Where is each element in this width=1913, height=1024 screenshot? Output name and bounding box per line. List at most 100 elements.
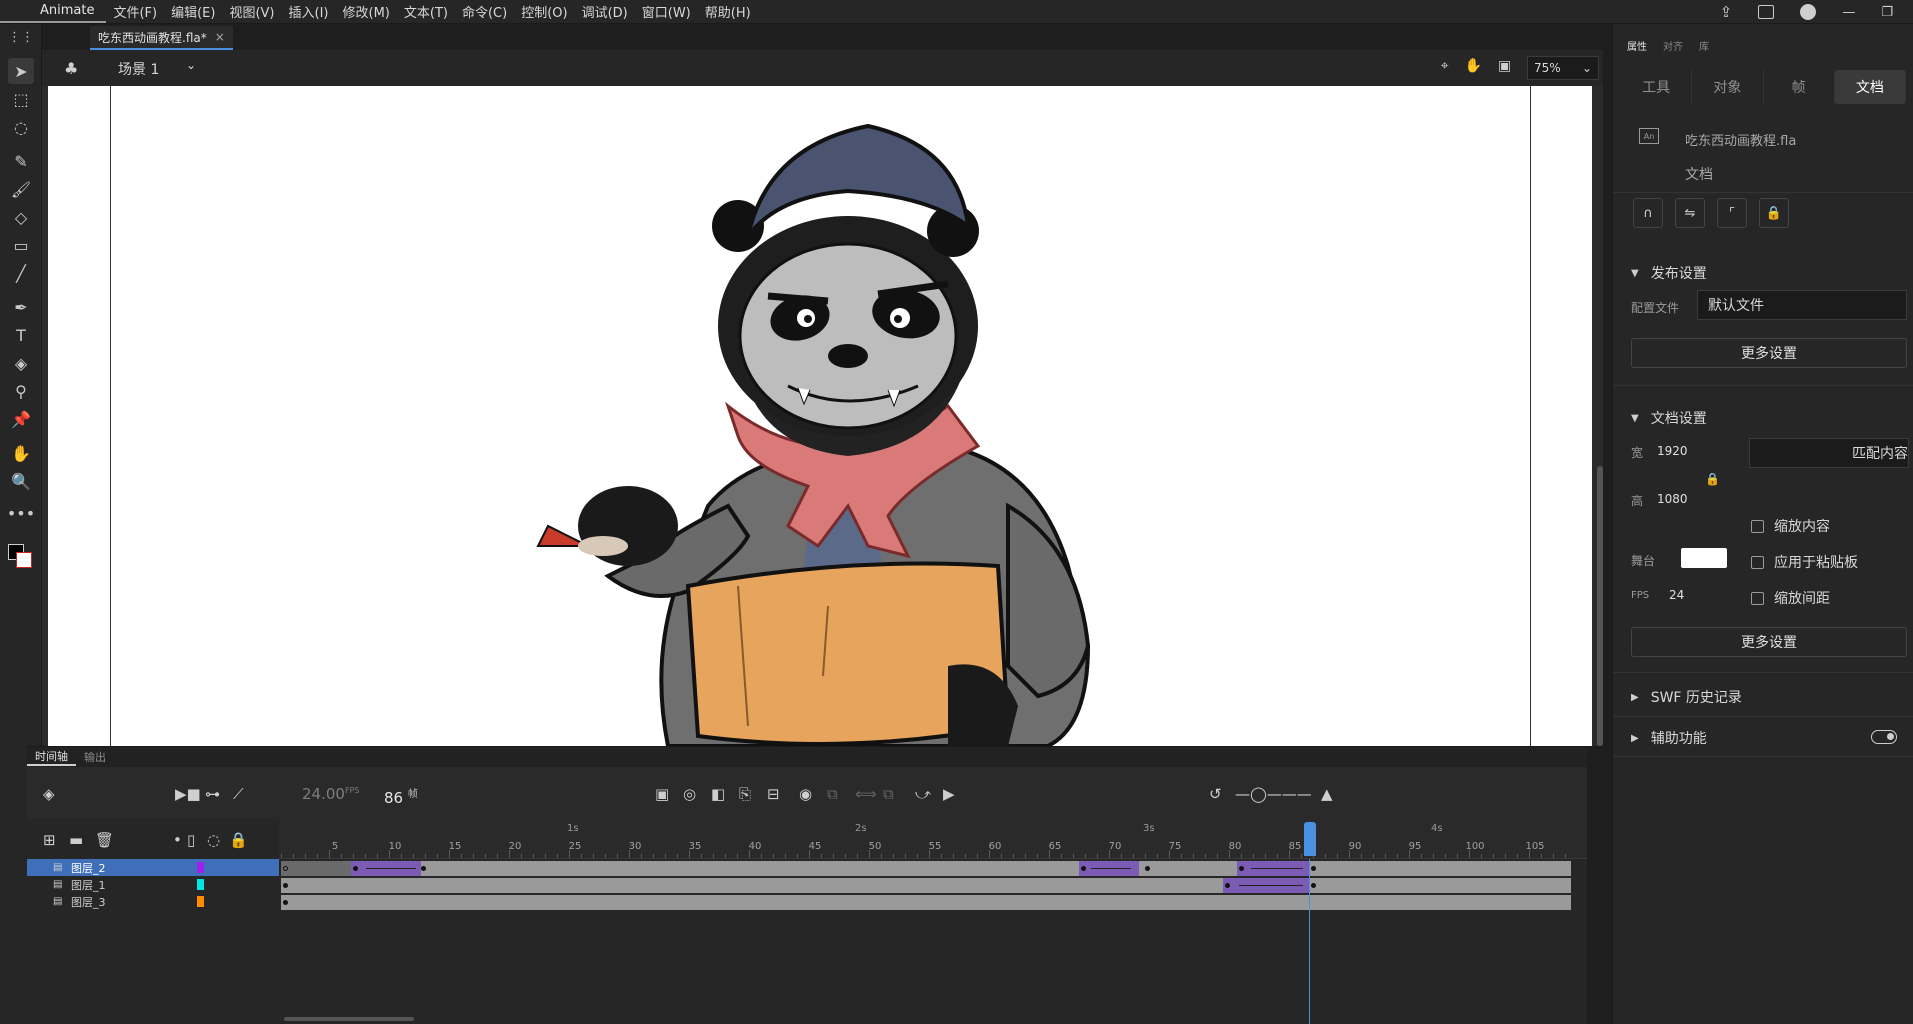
document-settings-section[interactable]: ▼ 文档设置 [1613,406,1913,430]
snap-icon[interactable]: ∩ [1633,198,1663,228]
rulers-icon[interactable]: ⌜ [1717,198,1747,228]
layer-color-swatch[interactable] [197,862,204,873]
layer-row[interactable]: ▤ 图层_2 [27,859,279,876]
mountain-view-icon[interactable]: ▲ [1321,785,1333,803]
hide-layers-icon[interactable]: ◌ [207,831,220,849]
rectangle-tool-icon[interactable]: ▭ [8,232,34,258]
lasso-tool-icon[interactable]: ◌ [8,114,34,140]
timeline-horizontal-scrollbar[interactable] [284,1017,414,1021]
center-stage-icon[interactable]: ⌖ [1441,58,1449,74]
playhead-handle[interactable] [1304,822,1316,856]
new-layer-icon[interactable]: ⊞ [43,831,56,849]
undo-icon[interactable]: ↺ [1209,785,1222,803]
stage-vertical-scrollbar[interactable] [1597,466,1603,746]
keyframe[interactable] [283,883,288,888]
stage-canvas[interactable] [48,86,1592,746]
fps-display[interactable]: 24.00FPS [302,785,359,803]
menu-modify[interactable]: 修改(M) [336,2,397,21]
line-tool-icon[interactable]: ╱ [8,260,34,286]
paint-brush-icon[interactable]: ✎ [8,148,34,174]
publish-settings-section[interactable]: ▼ 发布设置 [1613,261,1913,285]
maximize-icon[interactable]: ❐ [1881,5,1893,20]
test-movie-icon[interactable] [1800,4,1817,20]
publish-icon[interactable]: ⇪ [1720,3,1733,21]
rotate-stage-icon[interactable]: ✋ [1465,58,1482,74]
menu-view[interactable]: 视图(V) [222,2,281,21]
pen-tool-icon[interactable]: ✒ [8,294,34,320]
fill-color-swatch[interactable] [16,552,32,568]
panda-character-illustration[interactable] [48,86,1592,746]
keyframe[interactable] [1311,866,1316,871]
stage-color-swatch[interactable] [1681,548,1727,568]
mode-frame[interactable]: 帧 [1764,70,1835,104]
menu-edit[interactable]: 编辑(E) [164,2,222,21]
text-tool-icon[interactable]: T [8,322,34,348]
lock-icon[interactable]: 🔒 [1759,198,1789,228]
more-settings-button[interactable]: 更多设置 [1631,627,1907,657]
lock-layers-icon[interactable]: 🔒 [229,831,248,849]
keyframe[interactable] [353,866,358,871]
link-dimensions-icon[interactable]: 🔒 [1705,472,1720,486]
layer-parenting-icon[interactable]: ⊶ [205,785,220,803]
tab-output[interactable]: 输出 [76,749,114,765]
pin-tool-icon[interactable]: 📌 [8,406,34,432]
camera-icon[interactable]: ▶■ [175,785,201,803]
scale-content-checkbox[interactable]: 缩放内容 [1751,516,1830,536]
menu-debug[interactable]: 调试(D) [575,2,635,21]
layers-icon[interactable]: ◈ [43,785,55,803]
profile-select[interactable]: 默认文件 [1697,290,1907,320]
menu-insert[interactable]: 插入(I) [282,2,336,21]
tab-library[interactable]: 库 [1693,38,1715,53]
mode-document[interactable]: 文档 [1834,70,1906,104]
chevron-down-icon[interactable]: ⌄ [186,58,196,72]
keyframe[interactable] [283,900,288,905]
checkbox[interactable] [1751,519,1764,533]
outline-layers-icon[interactable]: ▯ [187,831,195,849]
layer-row[interactable]: ▤ 图层_3 [27,893,279,910]
scene-selector[interactable]: 场景 1 [118,59,159,79]
eyedropper-icon[interactable]: ⚲ [8,378,34,404]
tab-align[interactable]: 对齐 [1657,38,1689,53]
menu-text[interactable]: 文本(T) [397,2,455,21]
layer-color-swatch[interactable] [197,896,204,907]
hand-tool-icon[interactable]: ✋ [8,440,34,466]
frame-row-layer-2[interactable] [281,861,1571,876]
app-name[interactable]: Animate [0,0,107,23]
apply-pasteboard-checkbox[interactable]: 应用于粘贴板 [1751,552,1858,572]
insert-blank-keyframe-icon[interactable]: ◎ [683,785,696,803]
current-frame-display[interactable]: 86 帧 [384,785,418,807]
frame-row-layer-1[interactable] [281,878,1571,893]
graph-editor-icon[interactable]: ⟋ [233,785,244,803]
remove-frame-icon[interactable]: ⊟ [767,785,780,803]
tab-properties[interactable]: 属性 [1621,38,1653,53]
frame-ruler[interactable]: 5 10 15 20 25 30 35 40 45 50 55 60 65 70 75 80 85 90 95 100… [279,819,1587,859]
zoom-select[interactable]: 75% ⌄ [1527,56,1599,80]
accessibility-toggle[interactable] [1871,730,1897,744]
brush-tool-icon[interactable]: 🖌 [8,176,34,202]
new-folder-icon[interactable]: ▬ [69,831,83,849]
menu-control[interactable]: 控制(O) [514,2,574,21]
minimize-icon[interactable]: — [1842,5,1855,20]
empty-keyframe[interactable] [283,866,288,871]
panel-grip-icon[interactable]: ⋮⋮ [8,24,34,50]
checkbox[interactable] [1751,555,1764,569]
menu-file[interactable]: 文件(F) [106,2,164,21]
tab-timeline[interactable]: 时间轴 [27,748,76,766]
selected-frame-span[interactable] [281,861,351,876]
keyframe[interactable] [1225,883,1230,888]
clip-stage-icon[interactable]: ▣ [1498,58,1511,74]
menu-commands[interactable]: 命令(C) [455,2,514,21]
scene-icon[interactable]: ♣ [64,59,78,78]
match-contents-button[interactable]: 匹配内容 [1749,438,1909,468]
insert-keyframe-icon[interactable]: ▣ [655,785,669,803]
free-transform-icon[interactable]: ⬚ [8,86,34,112]
zoom-tool-icon[interactable]: 🔍 [8,468,34,494]
keyframe[interactable] [421,866,426,871]
edit-symbols-icon[interactable]: ⇋ [1675,198,1705,228]
loop-icon[interactable]: ⤻ [915,785,931,803]
width-input[interactable]: 1920 [1657,444,1688,458]
mode-object[interactable]: 对象 [1692,70,1764,104]
document-tab[interactable]: 吃东西动画教程.fla* × [90,26,233,50]
paint-bucket-icon[interactable]: ◈ [8,350,34,376]
checkbox[interactable] [1751,591,1764,605]
